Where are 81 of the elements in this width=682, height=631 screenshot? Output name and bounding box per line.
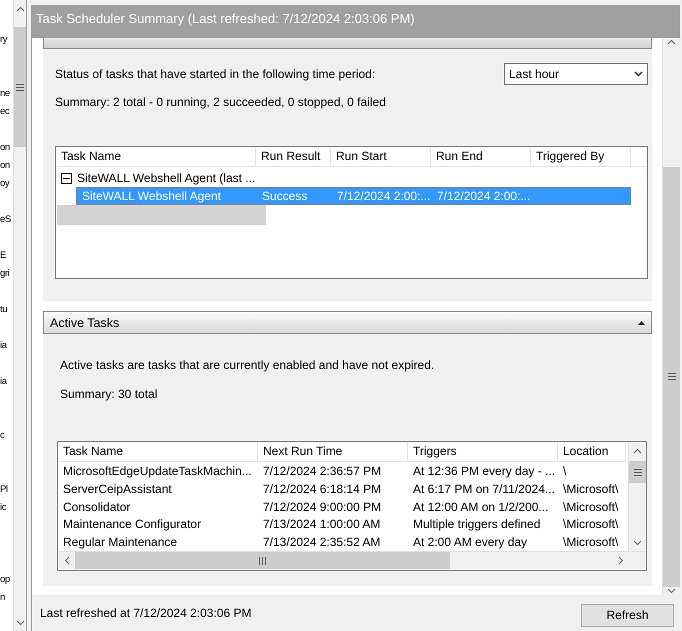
truncated-label: ia bbox=[0, 339, 7, 353]
truncated-label: op bbox=[0, 573, 10, 587]
section-header[interactable]: Active Tasks bbox=[43, 311, 652, 334]
status-prompt: Status of tasks that have started in the following time period: bbox=[55, 67, 376, 81]
table-cell-text: Success bbox=[261, 189, 308, 203]
table-cell-text: 7/13/2024 1:00:00 AM bbox=[262, 517, 382, 532]
table-cell-text: At 2:00 AM every day bbox=[412, 535, 528, 550]
column-header[interactable]: Task Name bbox=[58, 442, 258, 462]
column-header[interactable]: Triggered By bbox=[531, 147, 631, 167]
truncated-label: eS bbox=[0, 213, 11, 227]
truncated-label: oy bbox=[0, 177, 10, 191]
section-title: Active Tasks bbox=[50, 316, 120, 330]
table-cell-text: ServerCeipAssistant bbox=[62, 482, 173, 496]
scroll-down-icon[interactable] bbox=[667, 588, 676, 594]
horizontal-scroll-thumb[interactable] bbox=[75, 552, 450, 569]
period-dropdown[interactable]: Last hour bbox=[504, 63, 648, 85]
table-cell-text: 7/12/2024 6:18:14 PM bbox=[262, 482, 382, 496]
truncated-label: ne bbox=[0, 87, 10, 101]
table-cell-text: 7/12/2024 2:00:... bbox=[336, 189, 432, 203]
refresh-button[interactable]: Refresh bbox=[581, 604, 674, 626]
table-cell-text: Regular Maintenance bbox=[62, 535, 178, 550]
table-cell-text: \Microsoft\ bbox=[562, 535, 620, 550]
column-header[interactable]: Location bbox=[558, 442, 626, 462]
scroll-up-icon[interactable] bbox=[16, 6, 24, 12]
scroll-down-icon[interactable] bbox=[633, 540, 642, 546]
truncated-label: on bbox=[0, 141, 10, 155]
table-cell-text: 7/12/2024 2:00:... bbox=[436, 189, 532, 203]
section-header[interactable] bbox=[43, 38, 652, 49]
grip-icon bbox=[634, 468, 642, 476]
scroll-right-icon[interactable] bbox=[618, 556, 624, 565]
column-header[interactable]: Task Name bbox=[56, 147, 256, 167]
scroll-up-icon[interactable] bbox=[667, 39, 676, 46]
active-tasks-summary: Summary: 30 total bbox=[60, 387, 158, 401]
column-header[interactable]: Run End bbox=[431, 147, 531, 167]
grip-icon bbox=[259, 556, 266, 564]
truncated-label: ic bbox=[0, 501, 6, 515]
active-tasks-description: Active tasks are tasks that are currently enabled and have not expired. bbox=[60, 358, 436, 372]
column-header[interactable]: Triggers bbox=[408, 442, 558, 462]
truncated-label: Pl bbox=[0, 483, 8, 497]
truncated-label: n bbox=[0, 591, 5, 605]
table-cell-text: Multiple triggers defined bbox=[412, 517, 542, 532]
column-header[interactable]: Run Start bbox=[331, 147, 431, 167]
truncated-label: c bbox=[0, 429, 4, 443]
table-cell-text: 7/12/2024 9:00:00 PM bbox=[262, 500, 382, 514]
table-cell-text: At 12:36 PM every day - ... bbox=[412, 464, 556, 478]
last-refreshed-text: Last refreshed at 7/12/2024 2:03:06 PM bbox=[40, 606, 252, 620]
status-summary: Summary: 2 total - 0 running, 2 succeeded, 0 stopped, 0 failed bbox=[55, 95, 387, 109]
truncated-label: ry bbox=[0, 33, 8, 47]
table-cell-text: \Microsoft\ bbox=[562, 517, 620, 532]
scroll-thumb[interactable] bbox=[629, 461, 646, 483]
table-cell-text: MicrosoftEdgeUpdateTaskMachin... bbox=[62, 464, 253, 478]
scroll-left-icon[interactable] bbox=[64, 556, 70, 565]
collapse-arrow-icon[interactable] bbox=[638, 320, 645, 324]
table-cell-text: 7/13/2024 2:35:52 AM bbox=[262, 535, 382, 550]
table-cell-text: \Microsoft\ bbox=[562, 482, 620, 496]
truncated-label: ec bbox=[0, 105, 10, 119]
table-cell-text: At 6:17 PM on 7/11/2024... bbox=[412, 482, 556, 496]
table-cell-text: At 12:00 AM on 1/2/200... bbox=[412, 500, 550, 514]
table-cell-text: Maintenance Configurator bbox=[62, 517, 202, 532]
group-label[interactable]: SiteWALL Webshell Agent (last ... bbox=[77, 171, 256, 185]
table-cell-text: SiteWALL Webshell Agent bbox=[81, 189, 222, 203]
truncated-label: ia bbox=[0, 375, 7, 389]
column-header[interactable]: Next Run Time bbox=[258, 442, 408, 462]
scroll-thumb[interactable] bbox=[663, 166, 680, 586]
dropdown-caret-icon bbox=[634, 71, 643, 77]
scroll-up-icon[interactable] bbox=[633, 448, 642, 454]
grip-icon bbox=[16, 84, 24, 90]
table-cell-text: \Microsoft\ bbox=[562, 500, 620, 514]
truncated-label: E bbox=[0, 249, 6, 263]
column-header[interactable]: Run Result bbox=[256, 147, 331, 167]
panel-title: Task Scheduler Summary (Last refreshed: 7/12/2024 2:03:06 PM) bbox=[32, 5, 680, 38]
truncated-label: on bbox=[0, 159, 10, 173]
truncated-label: tu bbox=[0, 303, 8, 317]
table-cell-text: 7/12/2024 2:36:57 PM bbox=[262, 464, 382, 478]
collapse-icon[interactable] bbox=[61, 172, 72, 184]
truncated-label: gri bbox=[0, 267, 10, 281]
scroll-thumb[interactable] bbox=[14, 27, 26, 147]
table-cell-text: \ bbox=[562, 464, 568, 478]
grip-icon bbox=[668, 373, 676, 380]
table-cell-text: Consolidator bbox=[62, 500, 132, 514]
scroll-down-icon[interactable] bbox=[16, 620, 24, 626]
